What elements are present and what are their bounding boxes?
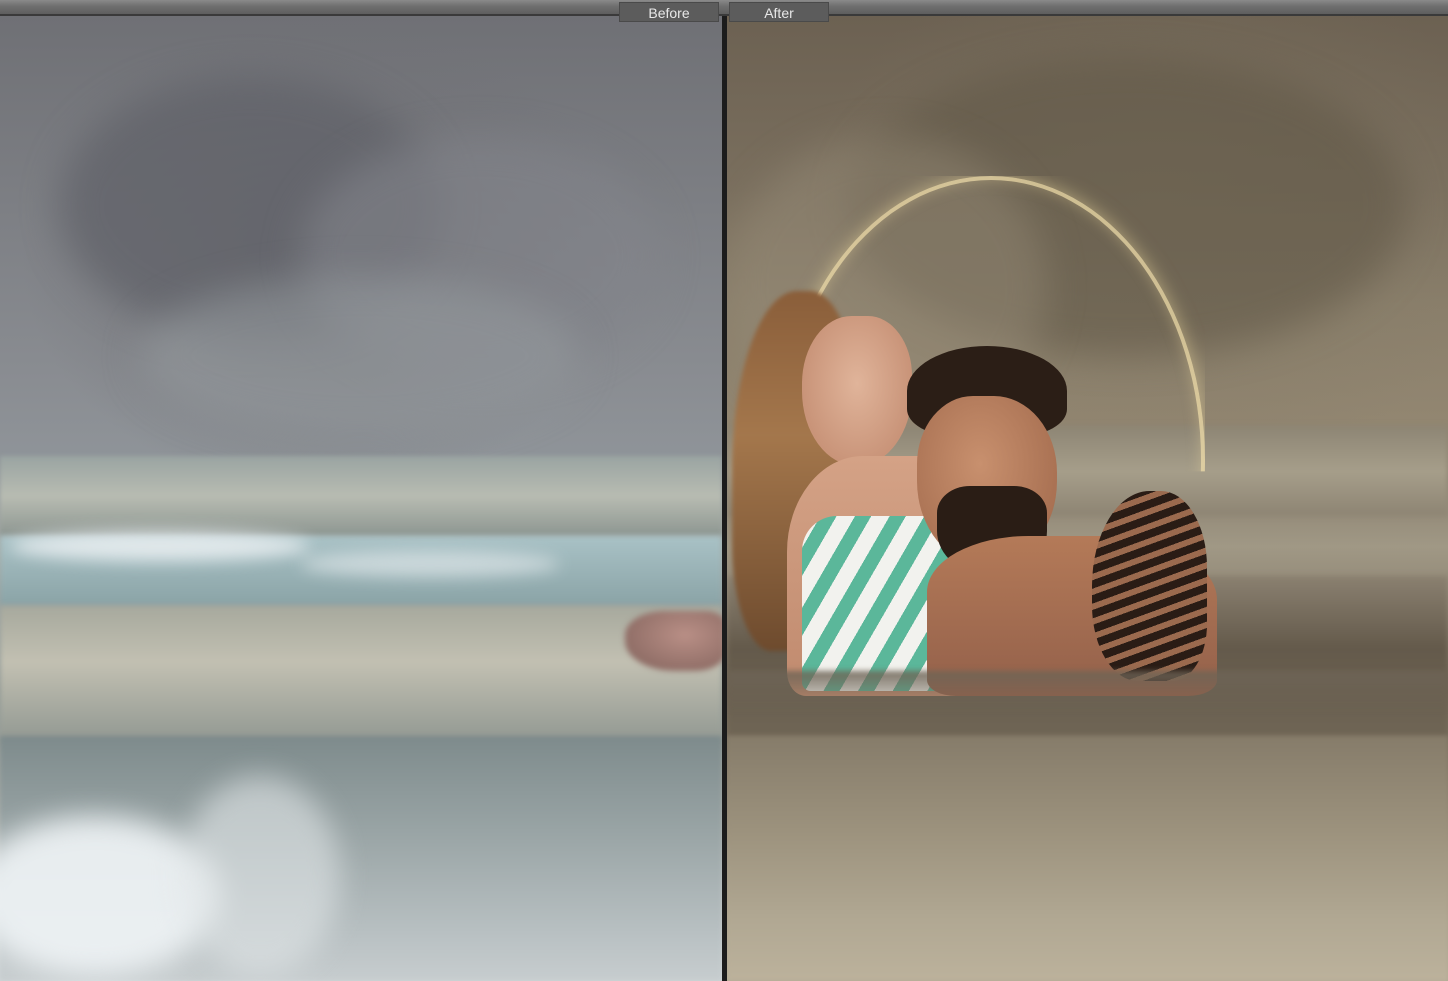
- waterfall-ledge: [0, 606, 722, 746]
- water-surface: [727, 671, 1448, 711]
- hand-in-water: [625, 611, 722, 671]
- woman-face: [802, 316, 912, 466]
- water-foam: [300, 551, 560, 577]
- before-image-panel[interactable]: [0, 16, 722, 981]
- water-foam: [10, 531, 310, 561]
- mist-cloud: [140, 276, 580, 436]
- viewer-top-bar: [0, 0, 1448, 16]
- water-foam: [180, 776, 340, 976]
- waterfall-ledge: [0, 456, 722, 536]
- before-label: Before: [619, 2, 719, 22]
- split-divider[interactable]: [722, 0, 727, 981]
- tattooed-arm: [1092, 491, 1207, 681]
- top-bar-border: [0, 14, 1448, 16]
- before-after-viewer: Before After: [0, 0, 1448, 981]
- after-label: After: [729, 2, 829, 22]
- after-image-panel[interactable]: [727, 16, 1448, 981]
- waterfall-cascade: [727, 736, 1448, 981]
